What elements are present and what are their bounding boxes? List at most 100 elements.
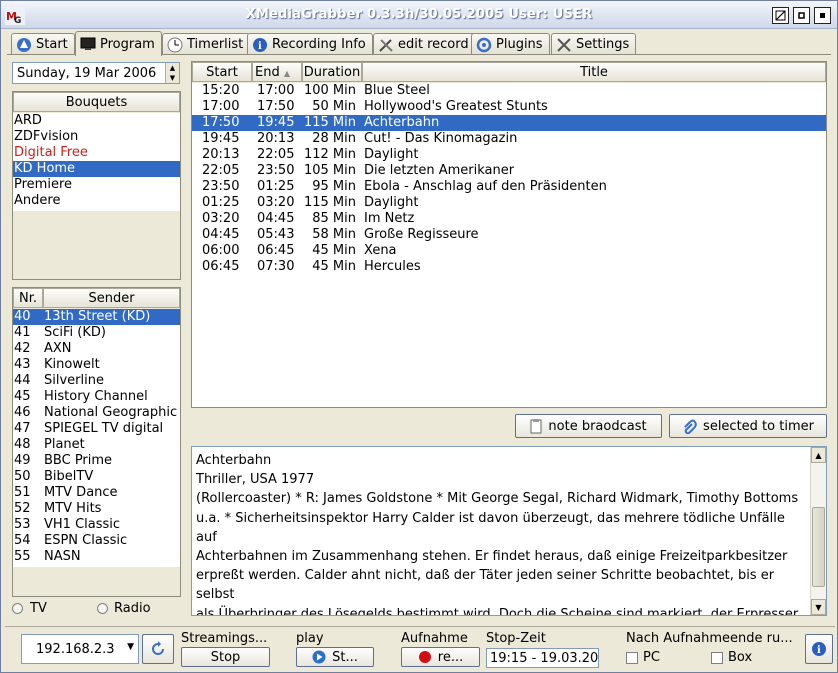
table-row[interactable]: 46 National Geographic [13,405,180,421]
sender-nr: 52 [14,501,31,516]
date-spinner[interactable]: Sunday, 19 Mar 2006 ▲ ▼ [12,62,180,84]
table-row[interactable]: 48 Planet [13,437,180,453]
list-item[interactable]: Digital Free [13,145,180,161]
record-button[interactable]: re... [401,647,480,667]
cell-title: Cut! - Das Kinomagazin [364,131,518,146]
minimize-button[interactable] [772,7,789,24]
table-row[interactable]: 06:45 07:30 45 Min Hercules [192,259,826,275]
window-title: XMediaGrabber 0.3.3h/30.05.2005 User: US… [245,7,593,22]
table-row[interactable]: 45 History Channel [13,389,180,405]
start-column-header[interactable]: Start [192,62,252,82]
table-row[interactable]: 03:20 04:45 85 Min Im Netz [192,211,826,227]
sender-name: NASN [44,549,81,564]
sender-list: 40 13th Street (KD) 41 SciFi (KD) 42 AXN 43 Kin… [13,309,180,567]
tab-plugins[interactable]: Plugins [471,33,550,55]
list-item[interactable]: ZDFvision [13,129,180,145]
table-row[interactable]: 15:20 17:00 100 Min Blue Steel [192,83,826,99]
maximize-button[interactable] [793,7,810,24]
table-row[interactable]: 19:45 20:13 28 Min Cut! - Das Kinomagazin [192,131,826,147]
table-row[interactable]: 23:50 01:25 95 Min Ebola - Anschlag auf den… [192,179,826,195]
note-broadcast-button[interactable]: note braodcast [515,414,662,438]
table-row[interactable]: 40 13th Street (KD) [13,309,180,325]
nr-column-header[interactable]: Nr. [13,288,43,308]
table-row[interactable]: 42 AXN [13,341,180,357]
description-textarea[interactable]: Achterbahn Thriller, USA 1977 (Rollercoast… [191,446,827,616]
description-line: als Überbringer des Lösegelds bestimmt w… [196,606,799,616]
table-row[interactable]: 51 MTV Dance [13,485,180,501]
tab-label: Start [36,37,68,52]
cell-end: 06:45 [257,243,295,258]
table-row[interactable]: 54 ESPN Classic [13,533,180,549]
cell-title: Die letzten Amerikaner [364,163,515,178]
table-row[interactable]: 01:25 03:20 115 Min Daylight [192,195,826,211]
description-scrollbar[interactable]: ▲ ▼ [810,447,826,615]
ip-select[interactable]: 192.168.2.3 ▼ [21,634,139,664]
table-row[interactable]: 47 SPIEGEL TV digital [13,421,180,437]
title-column-header[interactable]: Title [362,62,826,82]
cell-end: 17:00 [257,83,295,98]
tv-radio-button[interactable] [12,603,23,614]
bouquets-header[interactable]: Bouquets [13,92,180,112]
box-checkbox[interactable] [711,652,723,664]
scroll-up-icon[interactable]: ▲ [811,447,826,463]
table-row[interactable]: 17:00 17:50 50 Min Hollywood's Greatest Stu… [192,99,826,115]
selected-to-timer-button[interactable]: selected to timer [669,414,827,438]
list-item[interactable]: Premiere [13,177,180,193]
table-row[interactable]: 22:05 23:50 105 Min Die letzten Amerikaner [192,163,826,179]
scroll-down-icon[interactable]: ▼ [811,599,826,615]
tab-timerlist[interactable]: Timerlist [162,33,251,55]
duration-column-header[interactable]: Duration [302,62,362,82]
close-button[interactable] [814,7,831,24]
list-item[interactable]: Andere [13,193,180,209]
record-button-label: re... [437,649,464,665]
sender-nr: 50 [14,469,31,484]
play-button-label: St... [332,649,358,665]
table-row[interactable]: 53 VH1 Classic [13,517,180,533]
sender-nr: 42 [14,341,31,356]
spin-down-icon[interactable]: ▼ [166,73,179,83]
scroll-thumb[interactable] [812,507,825,587]
tab-program[interactable]: Program [75,31,162,56]
list-item-selected[interactable]: KD Home [13,161,180,177]
list-item[interactable]: ARD [13,113,180,129]
tab-label: edit record [398,37,469,52]
tab-recording-info[interactable]: i Recording Info [247,33,373,55]
cell-duration: 85 Min [312,211,356,226]
tab-start[interactable]: Start [11,33,75,55]
table-row[interactable]: 06:00 06:45 45 Min Xena [192,243,826,259]
table-row[interactable]: 04:45 05:43 58 Min Große Regisseure [192,227,826,243]
tab-edit-record[interactable]: edit record [373,33,476,55]
radio-radio-button[interactable] [97,603,108,614]
table-row[interactable]: 50 BibelTV [13,469,180,485]
sender-nr: 45 [14,389,31,404]
description-line: Achterbahnen im Zusammenhang stehen. Er … [196,549,788,565]
table-row[interactable]: 52 MTV Hits [13,501,180,517]
table-row[interactable]: 43 Kinowelt [13,357,180,373]
sender-column-header[interactable]: Sender [43,288,180,308]
table-row[interactable]: 55 NASN [13,549,180,565]
sender-nr: 44 [14,373,31,388]
note-broadcast-label: note braodcast [548,418,647,434]
cell-start: 06:00 [202,243,240,258]
refresh-button[interactable] [142,634,174,664]
end-column-header[interactable]: End ▲ [252,62,302,82]
table-row[interactable]: 20:13 22:05 112 Min Daylight [192,147,826,163]
play-button[interactable]: St... [296,647,374,667]
spin-up-icon[interactable]: ▲ [166,63,179,73]
pc-checkbox[interactable] [626,652,638,664]
cell-start: 04:45 [202,227,240,242]
stopzeit-input[interactable]: 19:15 - 19.03.200 [486,648,599,668]
sender-name: MTV Hits [44,501,102,516]
maximize-icon [798,12,805,19]
tab-settings[interactable]: Settings [551,33,637,55]
cell-start: 15:20 [202,83,240,98]
table-row[interactable]: 41 SciFi (KD) [13,325,180,341]
program-list: 15:20 17:00 100 Min Blue Steel 17:00 17:50 50 … [192,83,826,407]
table-row-selected[interactable]: 17:50 19:45 115 Min Achterbahn [192,115,826,131]
table-row[interactable]: 49 BBC Prime [13,453,180,469]
ip-value: 192.168.2.3 [36,642,115,657]
stop-streaming-button[interactable]: Stop [181,647,270,667]
table-row[interactable]: 44 Silverline [13,373,180,389]
about-button[interactable]: i [805,634,833,664]
cell-start: 22:05 [202,163,240,178]
